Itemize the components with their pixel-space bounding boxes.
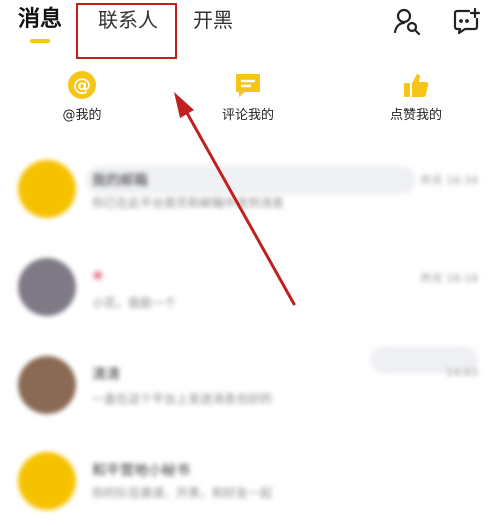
conversation-list: 我的邮箱 你已在此平台首页和邮箱中收到消息 昨天 16:34 ❀ 小花，我能一个… [0, 150, 498, 510]
list-item[interactable]: 清清 一直在这个平台上发送消息也好的 14:03 [0, 342, 498, 432]
thumbs-up-icon [404, 74, 429, 97]
shortcut-label: 评论我的 [221, 108, 274, 123]
conversation-name: ❀ [92, 268, 104, 284]
list-item[interactable]: 和平营地小秘书 你的队伍邀请，开黑，和好友一起 [0, 440, 498, 530]
find-user-icon[interactable] [392, 6, 422, 36]
shortcut-label: 点赞我的 [389, 108, 442, 123]
conversation-time: 昨天 16:18 [420, 272, 478, 285]
conversation-time: 14:03 [446, 366, 478, 379]
list-item[interactable]: 我的邮箱 你已在此平台首页和邮箱中收到消息 昨天 16:34 [0, 150, 498, 240]
list-item[interactable]: ❀ 小花，我能一个 昨天 16:18 [0, 240, 498, 374]
svg-text:@: @ [73, 75, 91, 96]
avatar [18, 160, 76, 218]
conversation-preview: 你的队伍邀请，开黑，和好友一起 [92, 486, 273, 500]
tab-kaihei[interactable]: 开黑 [193, 6, 233, 34]
conversation-name: 我的邮箱 [92, 173, 148, 189]
avatar [18, 258, 76, 316]
avatar [18, 356, 76, 414]
conversation-preview: 小花，我能一个 [92, 296, 177, 310]
shortcut-label: @我的 [62, 108, 102, 123]
new-chat-icon[interactable] [451, 6, 481, 36]
conversation-name: 和平营地小秘书 [92, 463, 190, 479]
conversation-preview: 一直在这个平台上发送消息也好的 [92, 392, 273, 406]
avatar [18, 452, 76, 510]
annotation-highlight-box [76, 3, 177, 59]
conversation-time: 昨天 16:34 [420, 174, 478, 187]
conversation-preview: 你已在此平台首页和邮箱中收到消息 [92, 196, 285, 210]
active-tab-indicator [30, 39, 50, 43]
shortcut-row: @ @我的 评论我的 点赞我的 [0, 60, 498, 140]
at-icon: @ [68, 71, 96, 99]
shortcut-comments[interactable]: 评论我的 [188, 60, 308, 123]
conversation-name: 清清 [92, 367, 120, 383]
comment-icon [236, 74, 260, 97]
top-tab-bar: 消息 联系人 开黑 [0, 0, 498, 56]
tab-messages[interactable]: 消息 [18, 6, 62, 34]
shortcut-at-me[interactable]: @ @我的 [22, 60, 142, 123]
shortcut-likes[interactable]: 点赞我的 [356, 60, 476, 123]
